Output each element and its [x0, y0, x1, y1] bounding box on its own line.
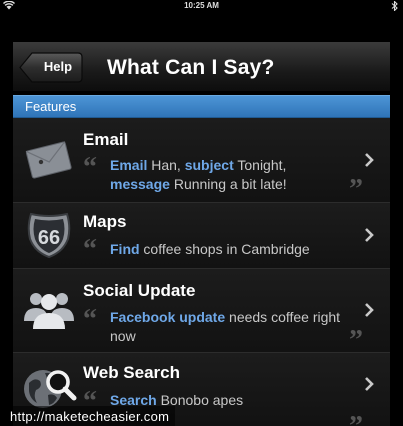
- features-list: Email “ Email Han, subject Tonight, mess…: [13, 118, 390, 426]
- row-title: Social Update: [83, 281, 196, 300]
- row-example: Find coffee shops in Cambridge: [110, 240, 350, 259]
- row-example: Facebook update needs coffee right now: [110, 308, 350, 346]
- example-keyword: subject: [184, 157, 234, 173]
- close-quote-icon: ”: [349, 413, 363, 426]
- section-header-label: Features: [25, 99, 77, 114]
- list-item-social-update[interactable]: Social Update “ Facebook update needs co…: [13, 269, 390, 356]
- list-item-maps[interactable]: 66 Maps “ Find coffee shops in Cambridge: [13, 203, 390, 269]
- watermark-url: http://maketecheasier.com: [0, 406, 176, 426]
- row-title: Email: [83, 130, 129, 149]
- row-title: Web Search: [83, 363, 181, 382]
- example-text: coffee shops in Cambridge: [139, 241, 310, 257]
- route-66-shield-icon: 66: [27, 212, 71, 259]
- close-quote-icon: ”: [349, 174, 363, 205]
- open-quote-icon: “: [83, 234, 97, 265]
- help-button-label: Help: [43, 59, 73, 74]
- people-icon: [24, 293, 74, 329]
- example-keyword: Facebook update: [110, 309, 226, 325]
- section-header-features: Features: [13, 95, 390, 118]
- bluetooth-icon: [391, 1, 398, 11]
- envelope-icon: [25, 141, 72, 179]
- open-quote-icon: “: [83, 304, 97, 335]
- example-keyword: Find: [110, 241, 140, 257]
- status-time: 10:25 AM: [184, 1, 219, 10]
- navigation-bar: Help What Can I Say?: [13, 42, 390, 92]
- status-bar: 10:25 AM: [0, 0, 403, 12]
- list-item-email[interactable]: Email “ Email Han, subject Tonight, mess…: [13, 118, 390, 205]
- example-text: Running a bit late!: [169, 176, 287, 192]
- close-quote-icon: ”: [349, 325, 363, 356]
- example-text: Tonight,: [233, 157, 287, 173]
- row-title: Maps: [83, 212, 127, 231]
- screen-bezel: [0, 12, 403, 42]
- chevron-right-icon: [365, 228, 374, 242]
- open-quote-icon: “: [83, 152, 97, 183]
- chevron-right-icon: [365, 303, 374, 317]
- row-example: Email Han, subject Tonight, message Runn…: [110, 156, 350, 194]
- example-keyword: Email: [110, 157, 148, 173]
- help-back-button[interactable]: Help: [19, 52, 83, 83]
- page-title: What Can I Say?: [107, 56, 275, 79]
- chevron-right-icon: [365, 153, 374, 167]
- chevron-right-icon: [365, 377, 374, 391]
- example-text: Han,: [147, 157, 185, 173]
- shield-number: 66: [38, 227, 60, 249]
- example-keyword: message: [110, 176, 170, 192]
